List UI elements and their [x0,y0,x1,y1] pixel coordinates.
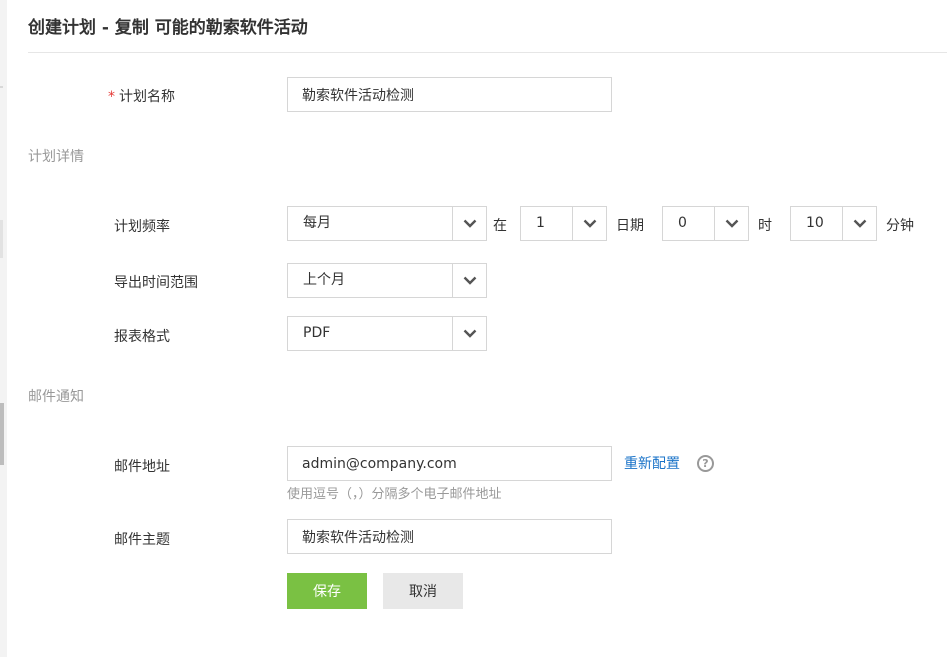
export-range-value: 上个月 [303,272,345,288]
frequency-select[interactable]: 每月 [287,206,487,241]
frequency-value: 每月 [303,215,331,231]
day-unit-text: 日期 [616,218,644,234]
chevron-down-icon [452,317,486,350]
day-select[interactable]: 1 [520,206,607,241]
help-icon[interactable]: ? [697,455,714,472]
email-notification-section-title: 邮件通知 [28,389,84,405]
reconfigure-link[interactable]: 重新配置 [624,453,680,473]
schedule-name-label-text: 计划名称 [119,89,175,105]
minute-value: 10 [806,215,824,231]
chevron-down-icon [452,207,486,240]
edge-marker [0,220,3,258]
minute-select[interactable]: 10 [790,206,877,241]
day-value: 1 [536,215,545,231]
hour-select[interactable]: 0 [662,206,749,241]
schedule-name-label: * 计划名称 [108,86,175,106]
frequency-label: 计划频率 [114,219,170,235]
page-title: 创建计划 - 复制 可能的勒索软件活动 [28,18,308,38]
schedule-details-section-title: 计划详情 [28,149,84,165]
hour-unit-text: 时 [758,218,772,234]
chevron-down-icon [572,207,606,240]
email-address-input[interactable]: admin@company.com [287,446,612,481]
minute-unit-text: 分钟 [886,218,914,234]
schedule-name-input[interactable]: 勒索软件活动检测 [287,77,612,112]
email-address-hint: 使用逗号（，）分隔多个电子邮件地址 [287,487,502,502]
frequency-at-text: 在 [493,218,507,234]
save-button[interactable]: 保存 [287,573,367,609]
email-address-label: 邮件地址 [114,459,170,475]
chevron-down-icon [842,207,876,240]
left-edge-strip [0,0,7,657]
page-header: 创建计划 - 复制 可能的勒索软件活动 [28,0,947,53]
report-format-select[interactable]: PDF [287,316,487,351]
export-range-label: 导出时间范围 [114,275,198,291]
report-format-label: 报表格式 [114,329,170,345]
email-subject-label: 邮件主题 [114,532,170,548]
edge-marker [0,86,3,88]
hour-value: 0 [678,215,687,231]
report-format-value: PDF [303,325,331,341]
export-range-select[interactable]: 上个月 [287,263,487,298]
scroll-handle[interactable] [0,403,4,465]
cancel-button[interactable]: 取消 [383,573,463,609]
chevron-down-icon [452,264,486,297]
chevron-down-icon [714,207,748,240]
required-mark: * [108,89,115,105]
email-subject-input[interactable]: 勒索软件活动检测 [287,519,612,554]
